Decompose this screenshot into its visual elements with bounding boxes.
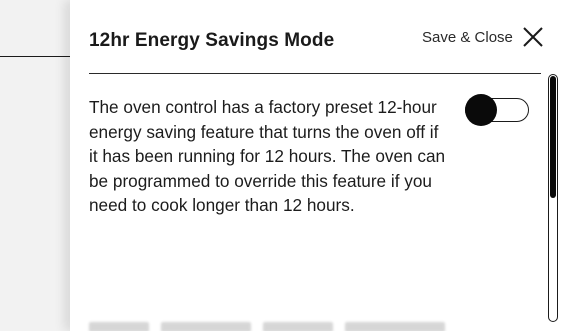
panel-header: 12hr Energy Savings Mode Save & Close	[70, 0, 578, 74]
setting-description: The oven control has a factory preset 12…	[89, 97, 446, 215]
header-divider	[89, 73, 541, 74]
faded-next-paragraph	[89, 320, 529, 331]
save-close-label: Save & Close	[422, 28, 513, 46]
toggle-knob	[465, 94, 497, 126]
background-divider	[0, 56, 74, 57]
scrollbar-track[interactable]	[548, 74, 558, 322]
panel-title: 12hr Energy Savings Mode	[89, 30, 335, 51]
energy-savings-toggle[interactable]	[465, 94, 531, 126]
scrollbar-thumb[interactable]	[549, 76, 556, 198]
settings-panel: 12hr Energy Savings Mode Save & Close Th…	[70, 0, 578, 331]
save-close-button[interactable]: Save & Close	[422, 26, 544, 48]
close-icon[interactable]	[522, 26, 544, 48]
